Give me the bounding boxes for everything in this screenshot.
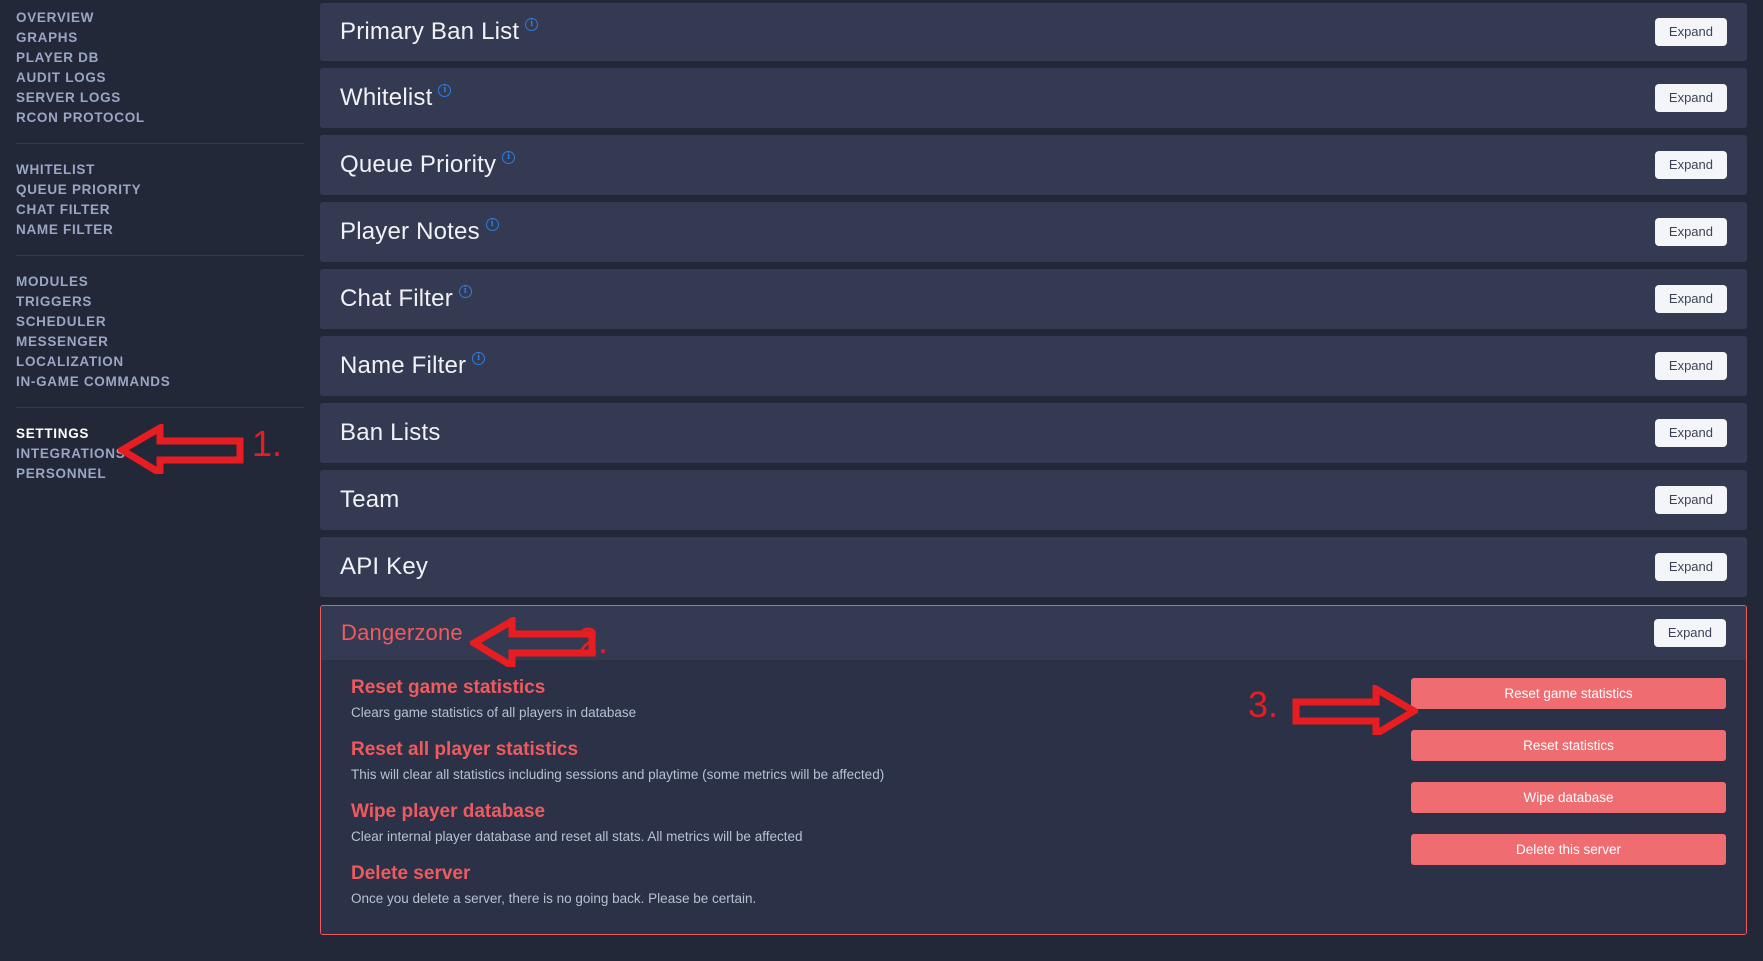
sidebar: OVERVIEW GRAPHS PLAYER DB AUDIT LOGS SER… — [0, 0, 320, 961]
dangerzone-action-description: This will clear all statistics including… — [351, 767, 885, 783]
sidebar-divider-3 — [16, 407, 304, 408]
sidebar-group-monitoring: OVERVIEW GRAPHS PLAYER DB AUDIT LOGS SER… — [16, 8, 320, 128]
sidebar-item-scheduler[interactable]: SCHEDULER — [16, 312, 320, 332]
dangerzone-title-text: Dangerzone — [341, 620, 463, 645]
dangerzone-action-title: Wipe player database — [351, 801, 546, 823]
dangerzone-action-descriptions: Reset game statistics Clears game statis… — [351, 676, 1411, 908]
wipe-database-button[interactable]: Wipe database — [1411, 782, 1726, 813]
sidebar-item-player-db[interactable]: PLAYER DB — [16, 48, 320, 68]
sidebar-group-lists: WHITELIST QUEUE PRIORITY CHAT FILTER NAM… — [16, 160, 320, 240]
card-title-wrap: API Key — [340, 555, 428, 579]
dangerzone-action-title: Reset all player statistics — [351, 739, 579, 761]
sidebar-divider-2 — [16, 255, 304, 256]
card-title-text: Ban Lists — [340, 419, 441, 446]
sidebar-group-automation: MODULES TRIGGERS SCHEDULER MESSENGER LOC… — [16, 272, 320, 392]
card-title-wrap: Name Filter i — [340, 352, 486, 379]
sidebar-item-settings[interactable]: SETTINGS — [16, 424, 320, 444]
dangerzone-action-description: Clears game statistics of all players in… — [351, 704, 637, 720]
dangerzone-header[interactable]: Dangerzone Expand — [321, 606, 1746, 660]
expand-button[interactable]: Expand — [1654, 83, 1727, 113]
settings-card-name-filter[interactable]: Name Filter i Expand — [320, 336, 1747, 396]
settings-card-queue-priority[interactable]: Queue Priority i Expand — [320, 135, 1747, 195]
card-title-text: Team — [340, 486, 400, 513]
card-title-text: Queue Priority — [340, 151, 497, 178]
sidebar-item-server-logs[interactable]: SERVER LOGS — [16, 88, 320, 108]
sidebar-item-audit-logs[interactable]: AUDIT LOGS — [16, 68, 320, 88]
delete-this-server-button[interactable]: Delete this server — [1411, 834, 1726, 865]
sidebar-item-chat-filter[interactable]: CHAT FILTER — [16, 200, 320, 220]
settings-card-team[interactable]: Team Expand — [320, 470, 1747, 530]
sidebar-divider-1 — [16, 143, 304, 144]
card-title-text: Primary Ban List — [340, 18, 520, 45]
reset-statistics-button[interactable]: Reset statistics — [1411, 730, 1726, 761]
sidebar-item-name-filter[interactable]: NAME FILTER — [16, 220, 320, 240]
app-root: OVERVIEW GRAPHS PLAYER DB AUDIT LOGS SER… — [0, 0, 1763, 961]
settings-card-api-key[interactable]: API Key Expand — [320, 537, 1747, 597]
dangerzone-action-buttons: Reset game statistics Reset statistics W… — [1411, 676, 1726, 908]
main-content: Primary Ban List i Expand Whitelist i Ex… — [320, 0, 1763, 961]
dangerzone-action-title: Delete server — [351, 863, 471, 885]
card-title-text: Chat Filter — [340, 285, 453, 312]
info-icon[interactable]: i — [485, 218, 499, 231]
dangerzone-action-description: Clear internal player database and reset… — [351, 829, 803, 845]
sidebar-item-triggers[interactable]: TRIGGERS — [16, 292, 320, 312]
expand-button[interactable]: Expand — [1654, 552, 1727, 582]
card-title-wrap: Chat Filter i — [340, 285, 472, 312]
sidebar-item-integrations[interactable]: INTEGRATIONS — [16, 444, 320, 464]
settings-card-ban-lists[interactable]: Ban Lists Expand — [320, 403, 1747, 463]
info-icon[interactable]: i — [502, 151, 516, 164]
sidebar-item-rcon-protocol[interactable]: RCON PROTOCOL — [16, 108, 320, 128]
dangerzone-expand-button[interactable]: Expand — [1653, 618, 1726, 648]
expand-button[interactable]: Expand — [1654, 217, 1727, 247]
info-icon[interactable]: i — [525, 18, 539, 31]
info-icon[interactable]: i — [438, 84, 452, 97]
expand-button[interactable]: Expand — [1654, 17, 1727, 47]
expand-button[interactable]: Expand — [1654, 150, 1727, 180]
settings-card-primary-ban-list[interactable]: Primary Ban List i Expand — [320, 3, 1747, 61]
dangerzone-action-description: Once you delete a server, there is no go… — [351, 891, 757, 907]
sidebar-item-localization[interactable]: LOCALIZATION — [16, 352, 320, 372]
sidebar-item-overview[interactable]: OVERVIEW — [16, 8, 320, 28]
card-title-wrap: Team — [340, 488, 400, 512]
reset-game-statistics-button[interactable]: Reset game statistics — [1411, 678, 1726, 709]
settings-card-chat-filter[interactable]: Chat Filter i Expand — [320, 269, 1747, 329]
expand-button[interactable]: Expand — [1654, 351, 1727, 381]
sidebar-item-queue-priority[interactable]: QUEUE PRIORITY — [16, 180, 320, 200]
card-title-wrap: Primary Ban List i — [340, 18, 539, 45]
card-title-wrap: Ban Lists — [340, 421, 441, 445]
settings-card-player-notes[interactable]: Player Notes i Expand — [320, 202, 1747, 262]
sidebar-item-personnel[interactable]: PERSONNEL — [16, 464, 320, 484]
sidebar-item-modules[interactable]: MODULES — [16, 272, 320, 292]
info-icon[interactable]: i — [458, 285, 472, 298]
dangerzone-body: Reset game statistics Clears game statis… — [321, 660, 1746, 934]
dangerzone-action-title: Reset game statistics — [351, 677, 546, 698]
card-title-wrap: Whitelist i — [340, 84, 452, 111]
sidebar-item-in-game-commands[interactable]: IN-GAME COMMANDS — [16, 372, 320, 392]
expand-button[interactable]: Expand — [1654, 485, 1727, 515]
card-title-text: Name Filter — [340, 352, 467, 379]
card-title-wrap: Queue Priority i — [340, 151, 516, 178]
settings-card-whitelist[interactable]: Whitelist i Expand — [320, 68, 1747, 128]
sidebar-item-whitelist[interactable]: WHITELIST — [16, 160, 320, 180]
card-title-wrap: Player Notes i — [340, 218, 499, 245]
card-title-text: Player Notes — [340, 218, 480, 245]
dangerzone-card: Dangerzone Expand Reset game statistics … — [320, 605, 1747, 935]
sidebar-group-admin: SETTINGS INTEGRATIONS PERSONNEL — [16, 424, 320, 484]
sidebar-item-messenger[interactable]: MESSENGER — [16, 332, 320, 352]
info-icon[interactable]: i — [472, 352, 486, 365]
expand-button[interactable]: Expand — [1654, 284, 1727, 314]
card-title-text: Whitelist — [340, 84, 433, 111]
sidebar-item-graphs[interactable]: GRAPHS — [16, 28, 320, 48]
dangerzone-title: Dangerzone — [341, 622, 463, 644]
card-title-text: API Key — [340, 553, 429, 580]
expand-button[interactable]: Expand — [1654, 418, 1727, 448]
